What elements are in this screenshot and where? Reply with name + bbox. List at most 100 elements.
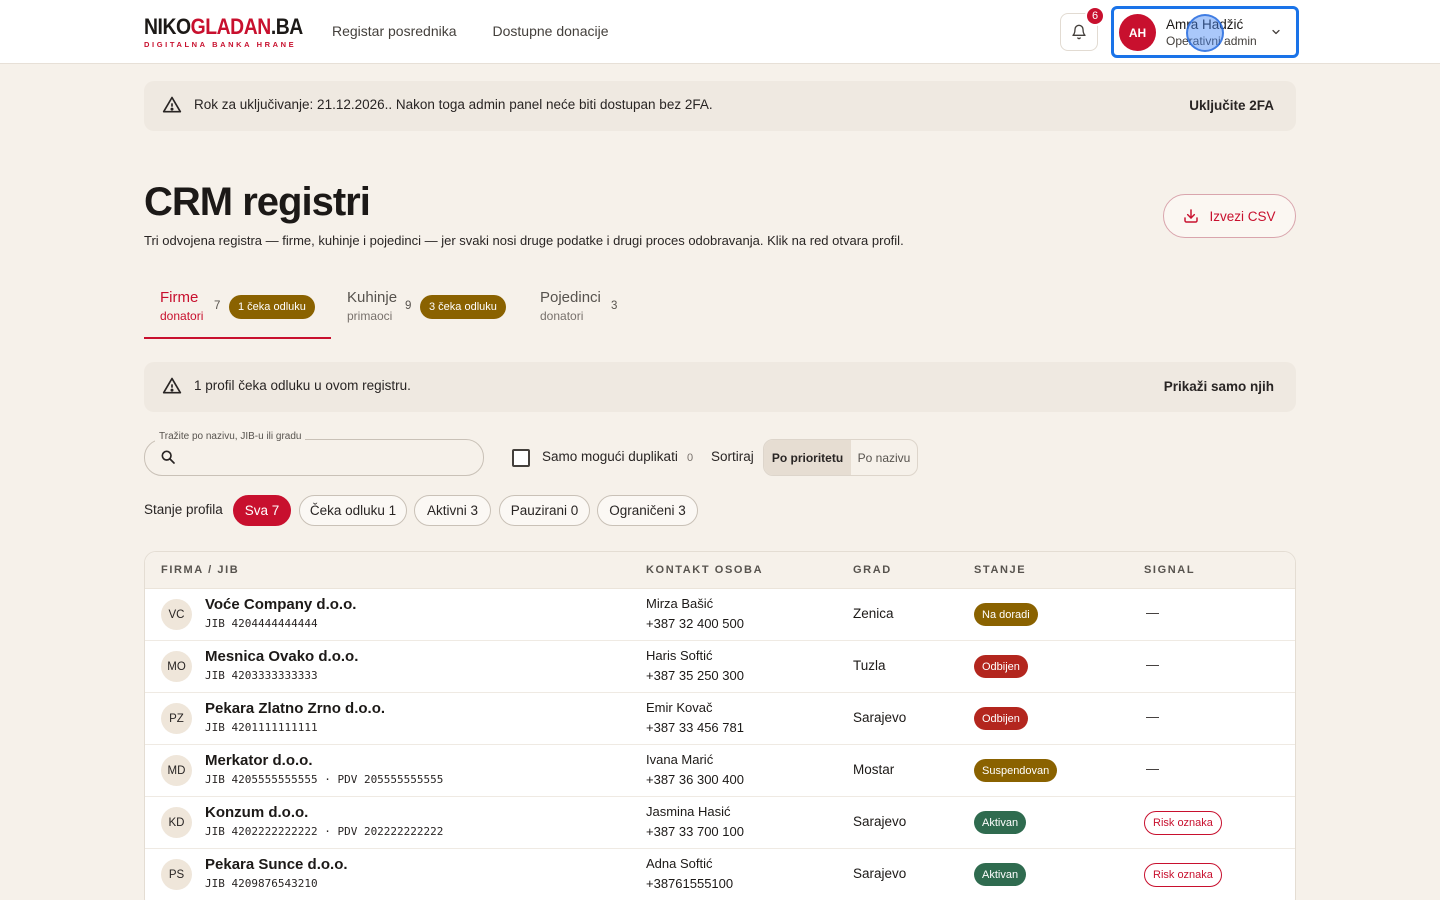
tab-firme-pending-badge: 1 čeka odluku (229, 295, 315, 319)
sort-label: Sortiraj (711, 449, 754, 464)
tab-kuhinje-sub: primaoci (347, 309, 393, 323)
duplicates-checkbox[interactable] (512, 449, 530, 467)
row-contact: Haris Softić (646, 648, 713, 663)
row-contact: Adna Softić (646, 856, 713, 871)
filter-chip-restricted[interactable]: Ograničeni 3 (597, 495, 698, 526)
two-factor-banner-text: Rok za uključivanje: 21.12.2026.. Nakon … (194, 97, 713, 112)
tab-pojedinci[interactable]: Pojedinci donatori (540, 289, 601, 323)
row-firm-name: Merkator d.o.o. (205, 752, 313, 769)
table-row[interactable]: MD Merkator d.o.o. JIB 4205555555555 · P… (145, 745, 1295, 797)
row-signal: — (1146, 605, 1159, 620)
sort-option-priority[interactable]: Po prioritetu (764, 440, 851, 475)
download-icon (1184, 209, 1199, 223)
search-input[interactable] (185, 446, 465, 468)
page-title: CRM registri (144, 180, 371, 224)
risk-flag-badge: Risk oznaka (1144, 863, 1222, 887)
duplicates-count: 0 (687, 452, 694, 464)
tab-pojedinci-sub: donatori (540, 309, 584, 323)
row-contact: Jasmina Hasić (646, 804, 731, 819)
row-firm-name: Voće Company d.o.o. (205, 596, 357, 613)
tab-kuhinje-count: 9 (405, 300, 412, 312)
tab-firme-name: Firme (160, 289, 199, 306)
row-avatar: KD (161, 807, 192, 838)
search-label: Tražite po nazivu, JIB-u ili gradu (155, 431, 306, 442)
user-role: Operativni admin (1166, 34, 1257, 48)
tab-firme[interactable]: Firme donatori (160, 289, 203, 323)
pending-banner: 1 profil čeka odluku u ovom registru. Pr… (144, 362, 1296, 412)
row-firm-name: Mesnica Ovako d.o.o. (205, 648, 359, 665)
column-header-stanje[interactable]: STANJE (974, 564, 1026, 576)
table-row[interactable]: PS Pekara Sunce d.o.o. JIB 4209876543210… (145, 849, 1295, 900)
chevron-down-icon (1272, 29, 1280, 35)
filter-chip-pending[interactable]: Čeka odluku 1 (299, 495, 407, 526)
user-menu-button[interactable]: AH Amra Hadžić Operativni admin (1111, 6, 1299, 58)
profile-state-label: Stanje profila (144, 502, 223, 517)
row-city: Sarajevo (853, 866, 907, 881)
column-header-kontakt[interactable]: KONTAKT OSOBA (646, 564, 763, 576)
top-bar: NIKOGLADAN.BA DIGITALNA BANKA HRANE Regi… (0, 0, 1440, 64)
row-city: Zenica (853, 606, 894, 621)
column-header-signal[interactable]: SIGNAL (1144, 564, 1195, 576)
status-badge: Odbijen (974, 655, 1028, 678)
duplicates-label[interactable]: Samo mogući duplikati (542, 449, 678, 464)
row-contact: Ivana Marić (646, 752, 714, 767)
status-badge: Na doradi (974, 603, 1038, 626)
sort-option-name[interactable]: Po nazivu (851, 440, 917, 475)
row-avatar: PZ (161, 703, 192, 734)
tab-kuhinje-pending-badge: 3 čeka odluku (420, 295, 506, 319)
logo[interactable]: NIKOGLADAN.BA DIGITALNA BANKA HRANE (144, 16, 325, 50)
filter-chip-active[interactable]: Aktivni 3 (414, 495, 491, 526)
page-subtitle: Tri odvojena registra — firme, kuhinje i… (144, 233, 904, 248)
logo-wordmark: NIKOGLADAN.BA (144, 16, 303, 38)
export-csv-button[interactable]: Izvezi CSV (1163, 194, 1296, 238)
row-jib: JIB 4209876543210 (205, 877, 318, 890)
risk-flag-badge: Risk oznaka (1144, 811, 1222, 835)
table-row[interactable]: VC Voće Company d.o.o. JIB 4204444444444… (145, 589, 1295, 641)
tab-firme-sub: donatori (160, 309, 204, 323)
filter-chip-all[interactable]: Sva 7 (233, 495, 291, 526)
row-city: Tuzla (853, 658, 886, 673)
filter-chip-paused[interactable]: Pauzirani 0 (499, 495, 590, 526)
export-csv-label: Izvezi CSV (1209, 208, 1276, 224)
status-badge: Odbijen (974, 707, 1028, 730)
row-phone: +387 36 300 400 (646, 772, 744, 787)
table-row[interactable]: KD Konzum d.o.o. JIB 4202222222222 · PDV… (145, 797, 1295, 849)
column-header-grad[interactable]: GRAD (853, 564, 892, 576)
tab-kuhinje[interactable]: Kuhinje primaoci (347, 289, 397, 323)
row-avatar: MD (161, 755, 192, 786)
enable-2fa-button[interactable]: Uključite 2FA (1189, 98, 1274, 113)
notifications-button[interactable]: 6 (1060, 6, 1105, 51)
tab-kuhinje-name: Kuhinje (347, 289, 398, 306)
user-name: Amra Hadžić (1166, 17, 1244, 32)
row-city: Sarajevo (853, 814, 907, 829)
row-phone: +387 33 700 100 (646, 824, 744, 839)
nav-link-dostupne-donacije[interactable]: Dostupne donacije (493, 23, 609, 39)
row-signal: — (1146, 761, 1159, 776)
warning-icon (162, 96, 182, 113)
main-nav: Registar posrednika Dostupne donacije (332, 23, 609, 39)
row-signal: — (1146, 709, 1159, 724)
column-header-firma[interactable]: FIRMA / JIB (161, 564, 239, 576)
warning-icon (162, 377, 182, 394)
notification-count-badge: 6 (1085, 6, 1105, 26)
logo-tagline: DIGITALNA BANKA HRANE (144, 40, 297, 49)
row-jib: JIB 4202222222222 · PDV 202222222222 (205, 825, 444, 838)
row-phone: +387 35 250 300 (646, 668, 744, 683)
logo-part-1: NIKO (144, 14, 191, 39)
avatar: AH (1119, 14, 1156, 51)
search-icon (161, 450, 175, 464)
tab-pojedinci-count: 3 (611, 300, 618, 312)
table-row[interactable]: MO Mesnica Ovako d.o.o. JIB 420333333333… (145, 641, 1295, 693)
table-row[interactable]: PZ Pekara Zlatno Zrno d.o.o. JIB 4201111… (145, 693, 1295, 745)
row-jib: JIB 4204444444444 (205, 617, 318, 630)
bell-icon (1072, 24, 1086, 40)
row-signal: — (1146, 657, 1159, 672)
pending-banner-text: 1 profil čeka odluku u ovom registru. (194, 378, 411, 393)
logo-part-2: GLADAN (190, 14, 272, 39)
row-contact: Emir Kovač (646, 700, 713, 715)
status-badge: Suspendovan (974, 759, 1058, 782)
nav-link-registar-posrednika[interactable]: Registar posrednika (332, 23, 457, 39)
row-avatar: VC (161, 599, 192, 630)
table-header: FIRMA / JIB KONTAKT OSOBA GRAD STANJE SI… (145, 552, 1295, 589)
show-pending-only-button[interactable]: Prikaži samo njih (1164, 379, 1274, 394)
